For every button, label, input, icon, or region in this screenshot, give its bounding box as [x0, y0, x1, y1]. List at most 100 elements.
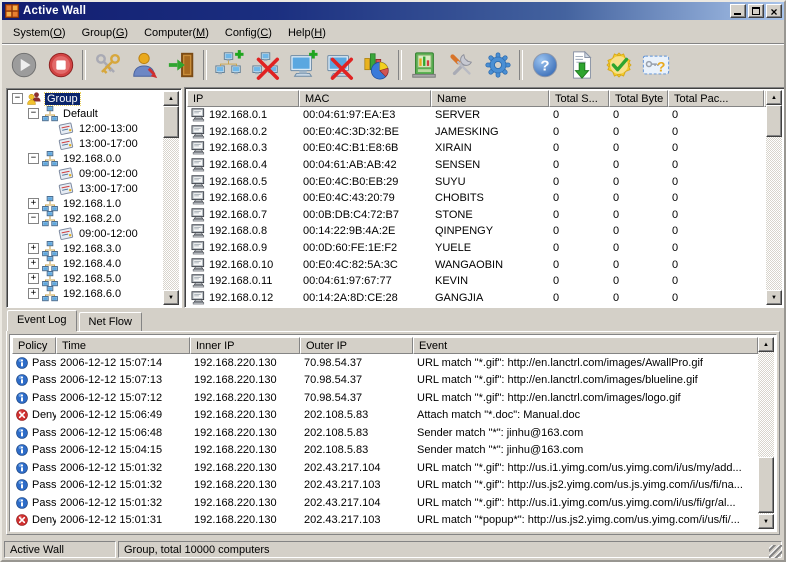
event-row[interactable]: Pass2006-12-12 15:07:13192.168.220.13070… [12, 372, 758, 390]
tree-item[interactable]: 13:00-17:00 [9, 136, 163, 151]
expand-toggle[interactable]: + [28, 243, 39, 254]
computer-row[interactable]: 192.168.0.1000:E0:4C:82:5A:3CWANGAOBIN00… [187, 256, 766, 273]
computer-row[interactable]: 192.168.0.1100:04:61:97:67:77KEVIN000 [187, 273, 766, 290]
column-header[interactable]: IP [187, 90, 299, 107]
menu-computer[interactable]: Computer(M) [136, 24, 217, 42]
expand-toggle[interactable]: + [28, 198, 39, 209]
collapse-toggle[interactable]: − [28, 213, 39, 224]
expand-toggle[interactable]: + [28, 273, 39, 284]
toolbar-button-activate[interactable] [600, 46, 637, 84]
computer-row[interactable]: 192.168.0.800:14:22:9B:4A:2EQINPENGY000 [187, 223, 766, 240]
toolbar-button-export[interactable] [563, 46, 600, 84]
scroll-track[interactable] [163, 106, 179, 290]
tab-net-flow[interactable]: Net Flow [79, 312, 142, 331]
collapse-toggle[interactable]: − [28, 153, 39, 164]
tree-item[interactable]: +192.168.5.0 [9, 271, 163, 286]
computer-row[interactable]: 192.168.0.600:E0:4C:43:20:79CHOBITS000 [187, 190, 766, 207]
computer-row[interactable]: 192.168.0.400:04:61:AB:AB:42SENSEN000 [187, 157, 766, 174]
minimize-button[interactable] [730, 4, 746, 18]
maximize-button[interactable] [748, 4, 764, 18]
event-row[interactable]: Pass2006-12-12 15:01:32192.168.220.13020… [12, 477, 758, 495]
menu-config[interactable]: Config(C) [217, 24, 280, 42]
expand-toggle[interactable]: + [28, 288, 39, 299]
tree-item[interactable]: +192.168.3.0 [9, 241, 163, 256]
computer-row[interactable]: 192.168.0.1200:14:2A:8D:CE:28GANGJIA000 [187, 290, 766, 305]
toolbar-button-statistics[interactable] [358, 46, 395, 84]
event-row[interactable]: Pass2006-12-12 15:06:48192.168.220.13020… [12, 424, 758, 442]
scroll-track[interactable] [766, 105, 782, 290]
toolbar-button-password[interactable] [89, 46, 126, 84]
computer-row[interactable]: 192.168.0.300:E0:4C:B1:E8:6BXIRAIN000 [187, 140, 766, 157]
toolbar-button-account[interactable] [126, 46, 163, 84]
tab-event-log[interactable]: Event Log [7, 310, 77, 331]
tree-item[interactable]: −Default [9, 106, 163, 121]
scroll-down-button[interactable] [163, 290, 179, 305]
close-button[interactable] [766, 4, 782, 18]
titlebar[interactable]: Active Wall [2, 2, 784, 20]
tree-item[interactable]: 12:00-13:00 [9, 121, 163, 136]
scroll-thumb[interactable] [766, 105, 782, 137]
computer-row[interactable]: 192.168.0.200:E0:4C:3D:32:BEJAMESKING000 [187, 124, 766, 141]
tree-item[interactable]: −192.168.2.0 [9, 211, 163, 226]
menu-system[interactable]: System(O) [5, 24, 74, 42]
event-row[interactable]: Pass2006-12-12 15:01:32192.168.220.13020… [12, 459, 758, 477]
tree-item[interactable]: +192.168.4.0 [9, 256, 163, 271]
event-row[interactable]: Pass2006-12-12 15:07:12192.168.220.13070… [12, 389, 758, 407]
tree-item[interactable]: 09:00-12:00 [9, 226, 163, 241]
tree-item[interactable]: −Group [9, 91, 163, 106]
toolbar-button-about[interactable]: ? [637, 46, 674, 84]
tree-item[interactable]: +192.168.6.0 [9, 286, 163, 301]
tree-item[interactable]: +192.168.1.0 [9, 196, 163, 211]
toolbar-button-start[interactable] [5, 46, 42, 84]
column-header[interactable]: Outer IP [300, 337, 413, 354]
computer-table-scrollbar[interactable] [766, 90, 782, 305]
computer-row[interactable]: 192.168.0.100:04:61:97:EA:E3SERVER000 [187, 107, 766, 124]
column-header[interactable]: Name [431, 90, 549, 107]
scroll-thumb[interactable] [758, 457, 774, 513]
scroll-track[interactable] [758, 352, 774, 514]
event-table-scrollbar[interactable] [758, 337, 774, 529]
column-header[interactable]: Time [56, 337, 190, 354]
toolbar-button-add-computer[interactable] [284, 46, 321, 84]
column-header[interactable]: Total S... [549, 90, 609, 107]
tree-item[interactable]: 09:00-12:00 [9, 166, 163, 181]
toolbar-button-help[interactable]: ? [526, 46, 563, 84]
menu-help[interactable]: Help(H) [280, 24, 334, 42]
column-header[interactable]: Total Byte [609, 90, 668, 107]
column-header[interactable]: Event [413, 337, 758, 354]
menu-group[interactable]: Group(G) [74, 24, 136, 42]
event-row[interactable]: Pass2006-12-12 15:07:14192.168.220.13070… [12, 354, 758, 372]
scroll-up-button[interactable] [163, 91, 179, 106]
toolbar-button-options[interactable] [479, 46, 516, 84]
tree-item[interactable]: 13:00-17:00 [9, 181, 163, 196]
column-header[interactable]: Policy [12, 337, 56, 354]
toolbar-button-tools[interactable] [442, 46, 479, 84]
tree-scrollbar[interactable] [163, 91, 179, 305]
expand-toggle[interactable]: + [28, 258, 39, 269]
event-row[interactable]: Pass2006-12-12 15:04:15192.168.220.13020… [12, 442, 758, 460]
toolbar-button-flow-monitor[interactable] [405, 46, 442, 84]
resize-grip[interactable] [769, 545, 782, 558]
toolbar-button-logout[interactable] [163, 46, 200, 84]
scroll-thumb[interactable] [163, 106, 179, 138]
event-row[interactable]: Deny2006-12-12 15:06:49192.168.220.13020… [12, 407, 758, 425]
column-header[interactable]: Inner IP [190, 337, 300, 354]
scroll-up-button[interactable] [758, 337, 774, 352]
collapse-toggle[interactable]: − [28, 108, 39, 119]
toolbar-button-delete-computer[interactable] [321, 46, 358, 84]
toolbar-button-add-group[interactable] [210, 46, 247, 84]
tree-item[interactable]: −192.168.0.0 [9, 151, 163, 166]
toolbar-button-stop[interactable] [42, 46, 79, 84]
computer-row[interactable]: 192.168.0.500:E0:4C:B0:EB:29SUYU000 [187, 173, 766, 190]
column-header[interactable]: Total Pac... [668, 90, 764, 107]
scroll-down-button[interactable] [758, 514, 774, 529]
event-row[interactable]: Deny2006-12-12 15:01:31192.168.220.13020… [12, 512, 758, 530]
toolbar-button-delete-group[interactable] [247, 46, 284, 84]
computer-row[interactable]: 192.168.0.900:0D:60:FE:1E:F2YUELE000 [187, 240, 766, 257]
collapse-toggle[interactable]: − [12, 93, 23, 104]
scroll-up-button[interactable] [766, 90, 782, 105]
event-row[interactable]: Pass2006-12-12 15:01:32192.168.220.13020… [12, 494, 758, 512]
column-header[interactable]: MAC [299, 90, 431, 107]
scroll-down-button[interactable] [766, 290, 782, 305]
computer-row[interactable]: 192.168.0.700:0B:DB:C4:72:B7STONE000 [187, 207, 766, 224]
